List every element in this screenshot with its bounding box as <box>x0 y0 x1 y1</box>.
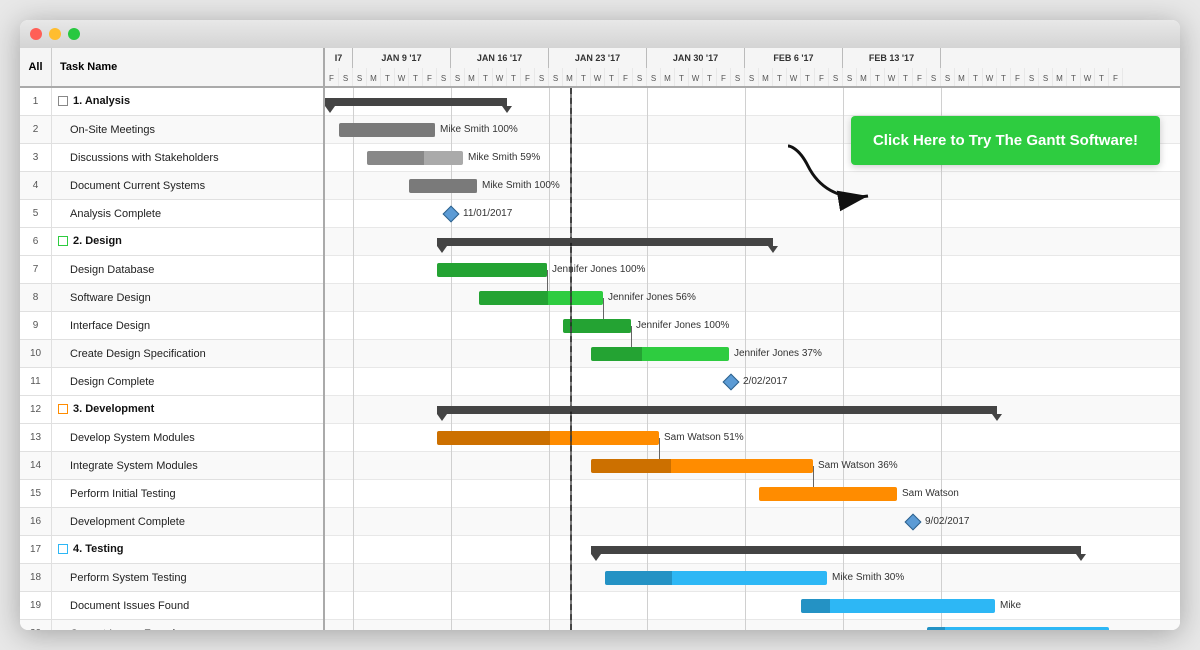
task-list: All Task Name 1 1. Analysis 2 <box>20 48 325 630</box>
task-name: 4. Testing <box>52 543 323 557</box>
task-row: 18 Perform System Testing <box>20 564 323 592</box>
task-name: Correct Issues Found <box>52 628 323 631</box>
row-number: 4 <box>20 172 52 199</box>
task-name: 3. Development <box>52 403 323 417</box>
task-name: Create Design Specification <box>52 348 323 360</box>
task-name: Design Complete <box>52 376 323 388</box>
row-number: 16 <box>20 508 52 535</box>
titlebar <box>20 20 1180 48</box>
task-name: Design Database <box>52 264 323 276</box>
task-name: 2. Design <box>52 235 323 249</box>
task-name: Integrate System Modules <box>52 460 323 472</box>
main-window: All Task Name 1 1. Analysis 2 <box>20 20 1180 630</box>
row-number: 6 <box>20 228 52 255</box>
all-col-header: All <box>20 48 52 86</box>
row-number: 8 <box>20 284 52 311</box>
row-number: 5 <box>20 200 52 227</box>
task-name: Interface Design <box>52 320 323 332</box>
row-number: 17 <box>20 536 52 563</box>
task-name: Perform Initial Testing <box>52 488 323 500</box>
task-rows: 1 1. Analysis 2 On-Site Meetings 3 <box>20 88 323 630</box>
maximize-button[interactable] <box>68 28 80 40</box>
task-name: Develop System Modules <box>52 432 323 444</box>
task-row: 5 Analysis Complete <box>20 200 323 228</box>
row-number: 1 <box>20 88 52 115</box>
row-number: 11 <box>20 368 52 395</box>
row-number: 2 <box>20 116 52 143</box>
task-row: 20 Correct Issues Found <box>20 620 323 630</box>
row-number: 3 <box>20 144 52 171</box>
task-row: 9 Interface Design <box>20 312 323 340</box>
task-row: 2 On-Site Meetings <box>20 116 323 144</box>
task-name: Development Complete <box>52 516 323 528</box>
row-number: 14 <box>20 452 52 479</box>
task-name: On-Site Meetings <box>52 124 323 136</box>
task-row: 7 Design Database <box>20 256 323 284</box>
task-name: Document Current Systems <box>52 180 323 192</box>
row-number: 12 <box>20 396 52 423</box>
row-number: 9 <box>20 312 52 339</box>
task-name: Discussions with Stakeholders <box>52 152 323 164</box>
chart-body: Click Here to Try The Gantt Software! Mi… <box>325 88 1180 630</box>
minimize-button[interactable] <box>49 28 61 40</box>
task-row: 1 1. Analysis <box>20 88 323 116</box>
task-name: 1. Analysis <box>52 95 323 109</box>
task-name: Perform System Testing <box>52 572 323 584</box>
task-row: 10 Create Design Specification <box>20 340 323 368</box>
task-row: 15 Perform Initial Testing <box>20 480 323 508</box>
task-row: 16 Development Complete <box>20 508 323 536</box>
gantt-container: All Task Name 1 1. Analysis 2 <box>20 48 1180 630</box>
chart-header: I7JAN 9 '17JAN 16 '17JAN 23 '17JAN 30 '1… <box>325 48 1180 88</box>
task-row: 4 Document Current Systems <box>20 172 323 200</box>
cta-button[interactable]: Click Here to Try The Gantt Software! <box>851 116 1160 165</box>
task-row: 11 Design Complete <box>20 368 323 396</box>
task-row: 6 2. Design <box>20 228 323 256</box>
row-number: 18 <box>20 564 52 591</box>
task-row: 8 Software Design <box>20 284 323 312</box>
task-row: 19 Document Issues Found <box>20 592 323 620</box>
row-number: 15 <box>20 480 52 507</box>
row-number: 19 <box>20 592 52 619</box>
task-row: 14 Integrate System Modules <box>20 452 323 480</box>
row-number: 20 <box>20 620 52 630</box>
task-row: 12 3. Development <box>20 396 323 424</box>
task-row: 3 Discussions with Stakeholders <box>20 144 323 172</box>
task-name: Software Design <box>52 292 323 304</box>
row-number: 13 <box>20 424 52 451</box>
task-name: Analysis Complete <box>52 208 323 220</box>
close-button[interactable] <box>30 28 42 40</box>
row-number: 7 <box>20 256 52 283</box>
task-row: 13 Develop System Modules <box>20 424 323 452</box>
chart-area: I7JAN 9 '17JAN 16 '17JAN 23 '17JAN 30 '1… <box>325 48 1180 630</box>
taskname-col-header: Task Name <box>52 61 323 73</box>
task-list-header: All Task Name <box>20 48 323 88</box>
task-row: 17 4. Testing <box>20 536 323 564</box>
task-name: Document Issues Found <box>52 600 323 612</box>
row-number: 10 <box>20 340 52 367</box>
